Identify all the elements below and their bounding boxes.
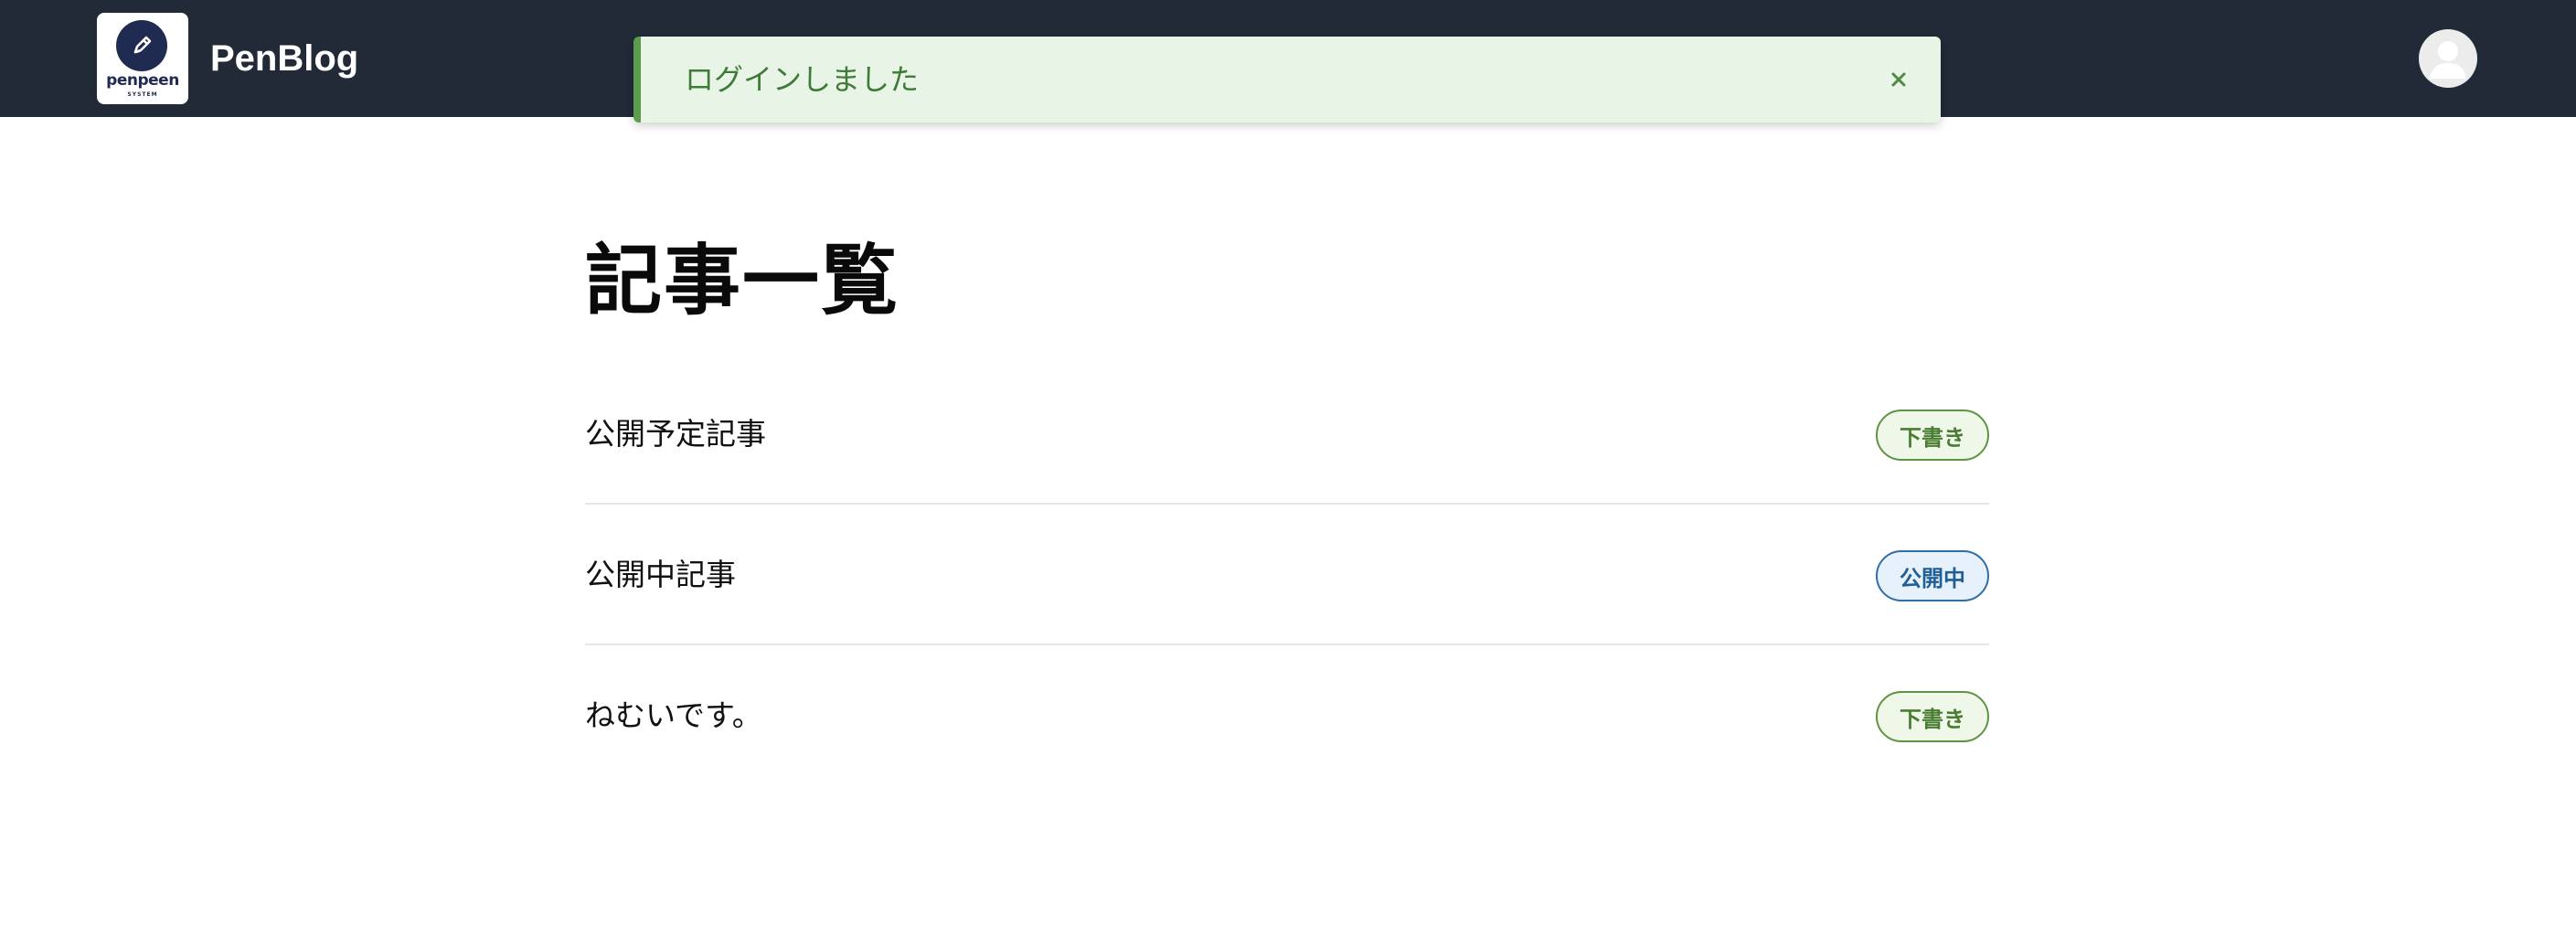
article-title[interactable]: 公開中記事	[585, 505, 736, 645]
article-list: 公開予定記事 下書き 公開中記事 公開中 ねむいです。 下書き	[585, 364, 1989, 786]
article-row[interactable]: 公開予定記事 下書き	[585, 364, 1989, 505]
article-title[interactable]: 公開予定記事	[585, 364, 766, 505]
close-icon[interactable]	[1880, 61, 1917, 98]
status-badge: 公開中	[1876, 550, 1989, 601]
brand-name[interactable]: PenBlog	[210, 33, 358, 84]
article-row[interactable]: ねむいです。 下書き	[585, 645, 1989, 786]
login-toast: ログインしました	[633, 37, 1941, 122]
toast-message: ログインしました	[685, 62, 920, 97]
pen-icon	[116, 20, 167, 71]
logo-text: penpeen	[106, 71, 179, 90]
article-title[interactable]: ねむいです。	[585, 645, 762, 786]
logo-subtext: SYSTEM	[127, 91, 158, 98]
page-title: 記事一覧	[585, 236, 900, 325]
status-badge: 下書き	[1876, 410, 1989, 461]
site-logo[interactable]: penpeen SYSTEM	[97, 13, 188, 104]
user-avatar-icon[interactable]	[2419, 29, 2477, 88]
status-badge: 下書き	[1876, 691, 1989, 742]
article-row[interactable]: 公開中記事 公開中	[585, 505, 1989, 645]
